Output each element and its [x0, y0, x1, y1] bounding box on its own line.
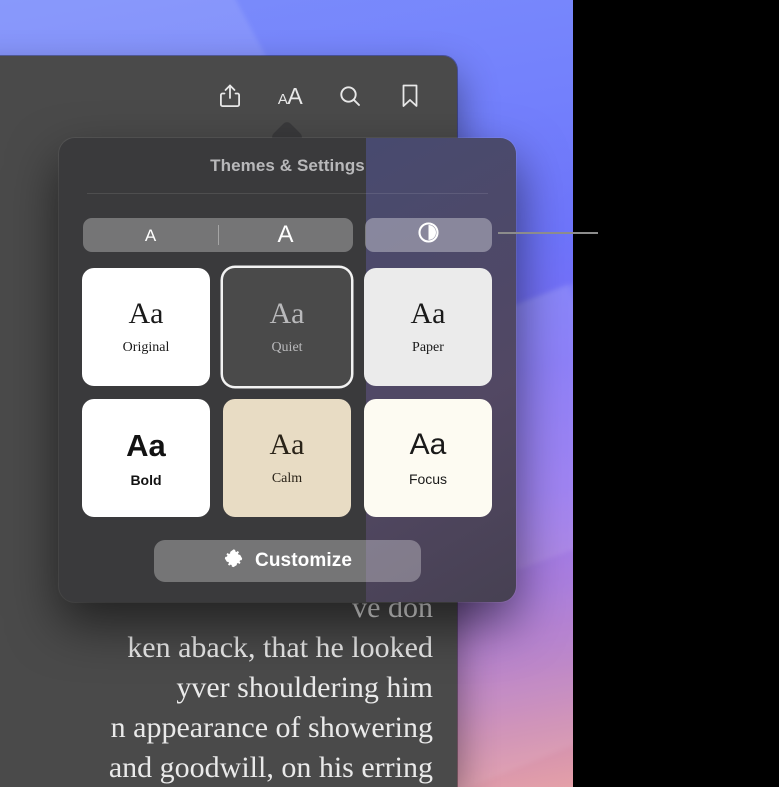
theme-sample-text: Aa — [269, 428, 305, 461]
share-icon[interactable] — [215, 81, 245, 111]
text-size-big-a: A — [287, 82, 303, 109]
text-size-icon[interactable]: AA — [275, 81, 305, 111]
screen: AA I am shou r. Lo d gid not e ted. — [0, 0, 779, 787]
book-line: and goodwill, on his erring — [108, 751, 433, 784]
annotation-line — [498, 232, 598, 234]
text-size-small-a: A — [277, 90, 288, 108]
theme-sample-text: Aa — [269, 297, 305, 330]
popover-title: Themes & Settings — [210, 156, 365, 175]
theme-sample-text: Aa — [126, 427, 166, 463]
theme-card-focus[interactable]: Aa Focus — [364, 399, 492, 517]
theme-grid: Aa Original Aa Quiet Aa Paper Aa Bold Aa… — [82, 268, 493, 517]
book-line: yver shouldering him — [176, 671, 433, 704]
theme-name: Calm — [271, 471, 303, 486]
theme-name: Paper — [412, 340, 444, 355]
increase-font-size-button[interactable]: A — [218, 218, 353, 252]
theme-card-original[interactable]: Aa Original — [82, 268, 210, 386]
book-line: n appearance of showering — [110, 711, 433, 744]
themes-settings-popover: Themes & Settings A A Aa Original Aa Qui… — [59, 138, 516, 602]
popover-divider — [87, 193, 488, 194]
customize-button[interactable]: Customize — [154, 540, 421, 582]
font-size-segmented-control: A A — [83, 218, 353, 252]
theme-sample-text: Aa — [410, 297, 446, 330]
font-size-row: A A — [83, 218, 492, 252]
bookmark-icon[interactable] — [395, 81, 425, 111]
reader-toolbar: AA — [0, 56, 457, 136]
theme-card-quiet[interactable]: Aa Quiet — [223, 268, 351, 386]
theme-sample-text: Aa — [128, 297, 164, 330]
gear-icon — [223, 548, 244, 574]
decrease-font-size-button[interactable]: A — [83, 218, 218, 252]
appearance-contrast-toggle-button[interactable] — [365, 218, 492, 252]
theme-name: Focus — [408, 471, 448, 487]
half-filled-circle-icon — [418, 222, 439, 248]
popover-arrow — [267, 116, 307, 140]
book-line: ken aback, that he looked — [127, 631, 433, 664]
search-icon[interactable] — [335, 81, 365, 111]
theme-sample-text: Aa — [409, 428, 447, 461]
theme-card-bold[interactable]: Aa Bold — [82, 399, 210, 517]
theme-name: Bold — [130, 471, 162, 488]
theme-name: Original — [122, 340, 170, 355]
theme-name: Quiet — [271, 340, 303, 355]
theme-card-calm[interactable]: Aa Calm — [223, 399, 351, 517]
theme-card-paper[interactable]: Aa Paper — [364, 268, 492, 386]
customize-label: Customize — [255, 550, 352, 571]
segment-separator — [218, 225, 219, 245]
